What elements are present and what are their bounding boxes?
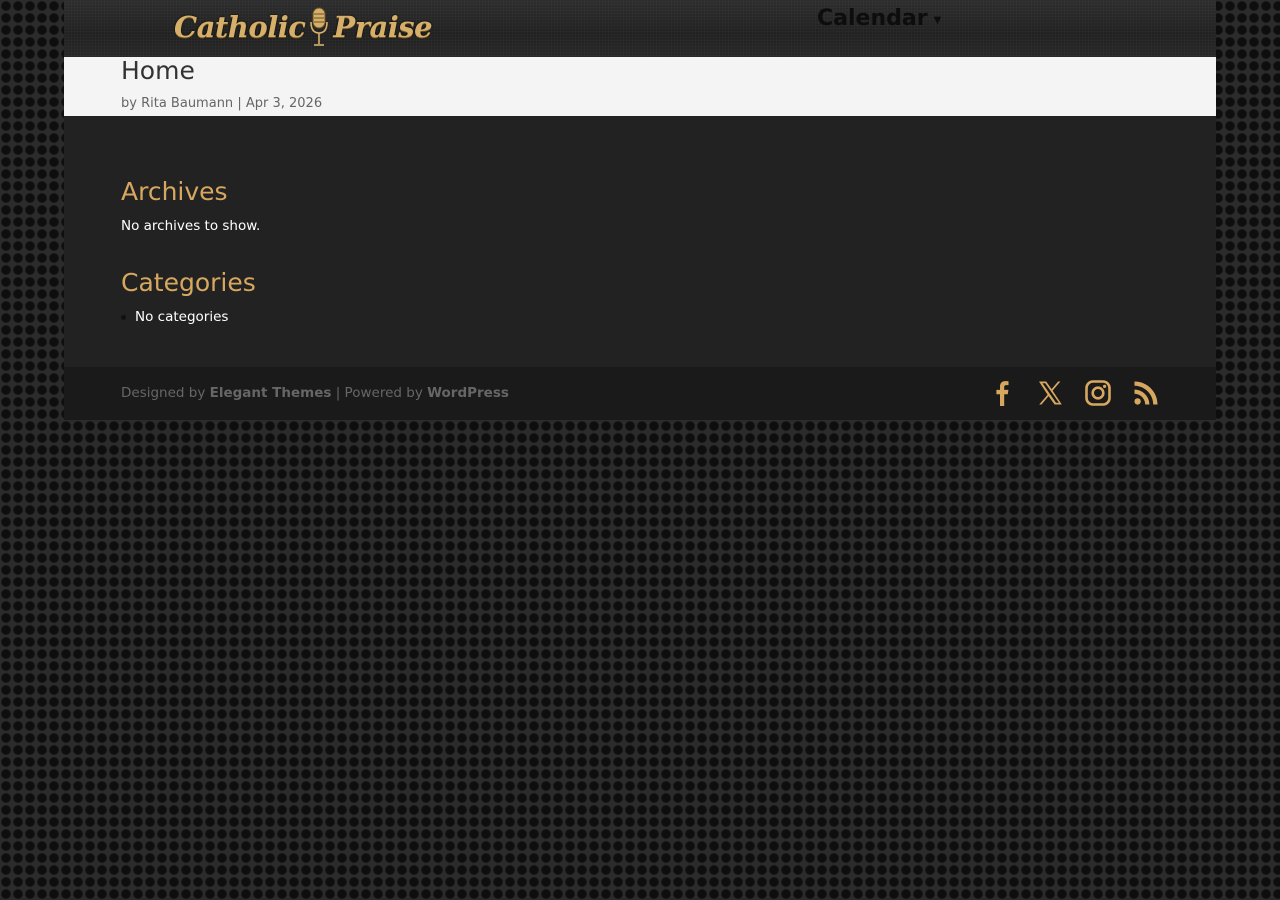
archives-widget-title: Archives [121,177,228,206]
logo-text-left: Catholic [174,10,306,44]
post-meta: by Rita Baumann | Apr 3, 2026 [121,96,322,112]
wordpress-link[interactable]: WordPress [427,385,509,401]
main-content: Archives No archives to show. Categories… [64,116,1216,367]
nav-item-label: Calendar [817,6,928,31]
footer-credits: Designed by Elegant Themes | Powered by … [121,385,509,402]
x-icon[interactable] [1036,379,1064,407]
site-footer: Designed by Elegant Themes | Powered by … [64,367,1216,420]
site-logo[interactable]: Catholic Praise [174,4,433,50]
instagram-icon[interactable] [1084,379,1112,407]
powered-by-label: | Powered by [335,385,423,401]
archives-widget-text: No archives to show. [121,218,261,234]
list-bullet [121,314,126,320]
post-date: Apr 3, 2026 [245,96,323,111]
nav-item-calendar[interactable]: Calendar ▼ [817,6,941,31]
logo-text-right: Praise [333,10,433,44]
page-container: Catholic Praise Calendar ▼ Home by Rita … [64,0,1216,420]
meta-separator: | [237,96,242,111]
page-title-band: Home by Rita Baumann | Apr 3, 2026 [64,57,1216,116]
meta-by-label: by [121,96,137,111]
rss-icon[interactable] [1132,379,1160,407]
microphone-icon [309,6,329,48]
categories-widget-text: No categories [135,309,229,325]
categories-widget-title: Categories [121,268,256,297]
social-icons [988,379,1160,407]
designed-by-label: Designed by [121,385,206,401]
chevron-down-icon: ▼ [933,15,942,26]
elegant-themes-link[interactable]: Elegant Themes [210,385,332,401]
categories-list-item: No categories [121,308,228,326]
facebook-icon[interactable] [988,379,1016,407]
site-header: Catholic Praise Calendar ▼ [64,0,1216,57]
author-link[interactable]: Rita Baumann [141,96,233,111]
page-title: Home [121,56,195,85]
